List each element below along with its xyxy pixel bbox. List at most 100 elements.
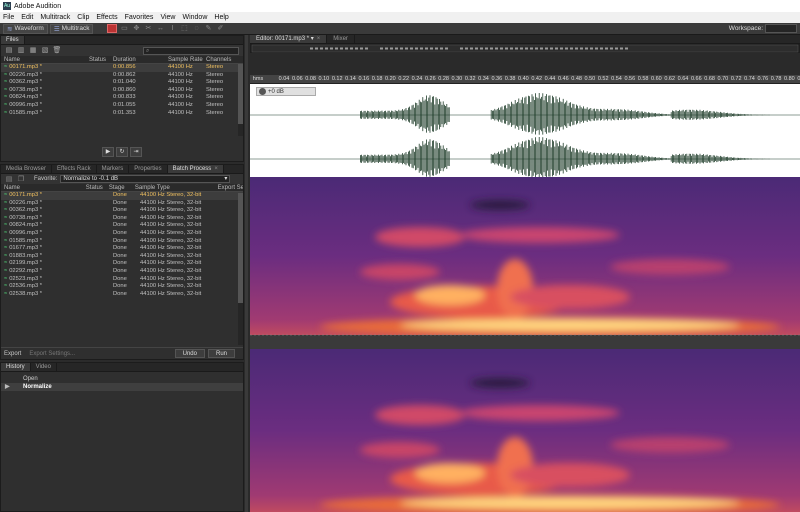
menu-help[interactable]: Help xyxy=(214,14,228,21)
marquee-tool-icon[interactable]: ⬚ xyxy=(179,24,189,33)
files-scroll-thumb[interactable] xyxy=(238,64,243,124)
export-settings-button[interactable]: Export Settings... xyxy=(29,351,75,357)
ruler-tick-label: 0.46 xyxy=(557,76,569,82)
batch-scrollbar[interactable] xyxy=(238,193,243,345)
move-tool-icon[interactable]: ✥ xyxy=(131,24,141,33)
ruler-tick-label: 0.60 xyxy=(651,76,662,82)
table-row[interactable]: ≈00996.mp3 * Done 44100 Hz Stereo, 32-bit xyxy=(1,230,243,238)
menu-edit[interactable]: Edit xyxy=(21,14,33,21)
table-row[interactable]: ≈01883.mp3 * Done 44100 Hz Stereo, 32-bit xyxy=(1,253,243,261)
history-item-open[interactable]: Open xyxy=(1,375,243,383)
volume-knob-icon[interactable] xyxy=(259,88,266,95)
folder-icon[interactable]: ▤ xyxy=(4,175,14,184)
table-row[interactable]: ≈02199.mp3 * Done 44100 Hz Stereo, 32-bit xyxy=(1,260,243,268)
overview-bar[interactable] xyxy=(250,44,800,53)
audio-file-icon: ≈ xyxy=(4,222,8,229)
ruler-tick-label: 0.66 xyxy=(690,76,702,82)
tab-markers[interactable]: Markers xyxy=(97,165,130,173)
tab-mixer[interactable]: Mixer xyxy=(327,35,355,43)
table-row[interactable]: ≈00996.mp3 * 0:01.055 44100 Hz Stereo xyxy=(1,102,243,110)
spectral-display[interactable] xyxy=(250,177,800,512)
tab-media-browser[interactable]: Media Browser xyxy=(1,165,53,173)
menu-multitrack[interactable]: Multitrack xyxy=(40,14,70,21)
tab-history[interactable]: History xyxy=(1,363,31,371)
files-toolbar: ▤ ▥ ▦ ▧ 🗑 ⌕ xyxy=(1,45,243,56)
table-row[interactable]: ≈00824.mp3 * Done 44100 Hz Stereo, 32-bit xyxy=(1,222,243,230)
workspace-dropdown[interactable] xyxy=(765,24,797,33)
table-row[interactable]: ≈00738.mp3 * Done 44100 Hz Stereo, 32-bit xyxy=(1,215,243,223)
menu-clip[interactable]: Clip xyxy=(77,14,89,21)
table-row[interactable]: ≈00362.mp3 * 0:01.040 44100 Hz Stereo xyxy=(1,79,243,87)
table-row[interactable]: ≈00738.mp3 * 0:00.860 44100 Hz Stereo xyxy=(1,87,243,95)
waveform-display[interactable]: +0 dB xyxy=(250,84,800,179)
tab-properties[interactable]: Properties xyxy=(129,165,168,173)
table-row[interactable]: ≈00226.mp3 * Done 44100 Hz Stereo, 32-bit xyxy=(1,200,243,208)
table-row[interactable]: ≈02536.mp3 * Done 44100 Hz Stereo, 32-bit xyxy=(1,283,243,291)
volume-control[interactable]: +0 dB xyxy=(256,87,316,96)
menu-favorites[interactable]: Favorites xyxy=(125,14,154,21)
run-button[interactable]: Run xyxy=(207,349,235,358)
insert-icon[interactable]: ▦ xyxy=(28,46,38,55)
ruler-tick-label: 0.34 xyxy=(478,76,489,82)
ruler-tick-label: 0.40 xyxy=(518,76,529,82)
table-row[interactable]: ≈02523.mp3 * Done 44100 Hz Stereo, 32-bit xyxy=(1,276,243,284)
slip-tool-icon[interactable]: ↔ xyxy=(155,24,165,33)
healing-tool-icon[interactable]: ✐ xyxy=(215,24,225,33)
tab-effects-rack[interactable]: Effects Rack xyxy=(52,165,97,173)
table-row[interactable]: ≈02538.mp3 * Done 44100 Hz Stereo, 32-bit xyxy=(1,291,243,299)
menu-window[interactable]: Window xyxy=(182,14,207,21)
spectrogram-canvas xyxy=(250,177,800,512)
spectral-display-icon[interactable] xyxy=(107,24,118,33)
table-row[interactable]: ≈00824.mp3 * 0:00.833 44100 Hz Stereo xyxy=(1,94,243,102)
audio-file-icon: ≈ xyxy=(4,237,8,244)
table-row[interactable]: ≈01585.mp3 * Done 44100 Hz Stereo, 32-bit xyxy=(1,238,243,246)
table-row[interactable]: ≈02292.mp3 * Done 44100 Hz Stereo, 32-bit xyxy=(1,268,243,276)
waveform-channel xyxy=(360,93,770,135)
pitch-display-icon[interactable]: ▭ xyxy=(119,24,129,33)
files-table-body: ≈00171.mp3 * 0:00.856 44100 Hz Stereo ≈00226… xyxy=(1,64,243,117)
ruler-tick-label: 0.62 xyxy=(664,76,676,82)
lasso-tool-icon[interactable]: ◌ xyxy=(191,24,201,33)
tab-batch-process[interactable]: Batch Process × xyxy=(167,165,224,173)
menu-effects[interactable]: Effects xyxy=(96,14,117,21)
multitrack-view-button[interactable]: ☰ Multitrack xyxy=(49,23,94,34)
table-row[interactable]: ≈01677.mp3 * Done 44100 Hz Stereo, 32-bit xyxy=(1,245,243,253)
time-ruler[interactable]: hms 0.04 0.06 0.08 0.10 0.12 0.14 0.16 0.18 0.20… xyxy=(250,75,800,84)
export-checkbox-label[interactable]: Export xyxy=(4,351,21,357)
chevron-down-icon: ▾ xyxy=(224,176,228,182)
tab-video[interactable]: Video xyxy=(31,363,57,371)
audition-window: Au Adobe Audition File Edit Multitrack C… xyxy=(0,0,800,512)
table-row[interactable]: ≈00362.mp3 * Done 44100 Hz Stereo, 32-bit xyxy=(1,207,243,215)
table-row[interactable]: ≈00171.mp3 * Done 44100 Hz Stereo, 32-bit xyxy=(1,192,243,200)
close-icon[interactable]: × xyxy=(214,166,218,172)
tab-editor[interactable]: Editor: 00171.mp3 * ▾ × xyxy=(250,35,328,43)
brush-tool-icon[interactable]: ✎ xyxy=(203,24,213,33)
table-row[interactable]: ≈00171.mp3 * 0:00.856 44100 Hz Stereo xyxy=(1,64,243,72)
workspace-selector[interactable]: Workspace: xyxy=(729,24,797,33)
history-panel-tabs: History Video xyxy=(1,363,243,372)
audio-file-icon: ≈ xyxy=(4,207,8,214)
files-scrollbar[interactable] xyxy=(238,64,243,136)
tab-files[interactable]: Files xyxy=(1,36,25,44)
menu-view[interactable]: View xyxy=(160,14,175,21)
copy-icon[interactable]: ❐ xyxy=(16,175,26,184)
waveform-view-button[interactable]: ≋ Waveform xyxy=(3,23,48,34)
table-row[interactable]: ≈00226.mp3 * 0:00.862 44100 Hz Stereo xyxy=(1,72,243,80)
close-icon[interactable]: × xyxy=(317,36,321,42)
razor-tool-icon[interactable]: ✂ xyxy=(143,24,153,33)
close-file-icon[interactable]: ▧ xyxy=(40,46,50,55)
files-search-input[interactable]: ⌕ xyxy=(143,46,239,55)
time-selection-tool-icon[interactable]: I xyxy=(167,24,177,33)
batch-scroll-thumb[interactable] xyxy=(238,193,243,303)
auto-play-icon[interactable]: ⇥ xyxy=(130,147,142,157)
import-file-icon[interactable]: ▥ xyxy=(16,46,26,55)
table-row[interactable]: ≈01585.mp3 * 0:01.353 44100 Hz Stereo xyxy=(1,110,243,118)
delete-icon[interactable]: 🗑 xyxy=(52,46,62,55)
loop-icon[interactable]: ↻ xyxy=(116,147,128,157)
open-file-icon[interactable]: ▤ xyxy=(4,46,14,55)
favorite-dropdown[interactable]: Normalize to -0.1 dB ▾ xyxy=(60,175,231,183)
undo-button[interactable]: Undo xyxy=(174,349,205,358)
play-icon[interactable]: ▶ xyxy=(102,147,114,157)
history-item-normalize[interactable]: ▶ Normalize xyxy=(1,383,243,391)
menu-file[interactable]: File xyxy=(3,14,14,21)
